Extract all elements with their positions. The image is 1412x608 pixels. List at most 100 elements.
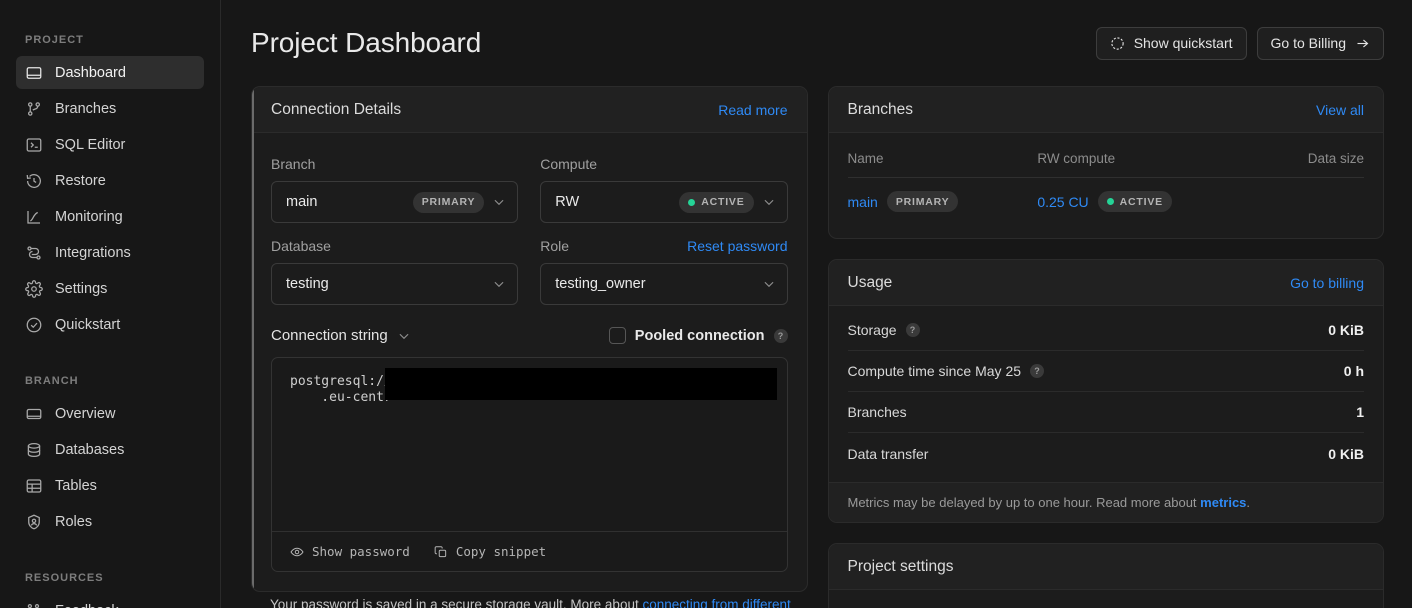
sidebar-item-label: Monitoring <box>55 208 123 225</box>
storage-help-icon[interactable]: ? <box>905 323 920 337</box>
usage-label: Branches <box>847 404 907 420</box>
connection-string-type-selector[interactable]: Connection string <box>271 327 411 344</box>
show-quickstart-button[interactable]: Show quickstart <box>1095 26 1247 60</box>
go-to-billing-button[interactable]: Go to Billing <box>1256 26 1384 60</box>
connection-details-body: Branch main PRIMARY Compute RW ACTIVE Da… <box>252 133 807 591</box>
show-password-label: Show password <box>312 544 410 559</box>
sidebar-item-roles[interactable]: Roles <box>16 505 204 538</box>
integrations-icon <box>25 244 43 262</box>
restore-icon <box>25 172 43 190</box>
vault-note-link[interactable]: connecting from different <box>642 597 790 608</box>
sidebar-item-feedback[interactable]: Feedback <box>16 594 204 608</box>
sidebar-item-integrations[interactable]: Integrations <box>16 236 204 269</box>
dashboard-icon <box>25 64 43 82</box>
compute-label: Compute <box>540 156 598 172</box>
usage-row-branches: Branches 1 <box>847 392 1364 433</box>
vault-note: Your password is saved in a secure stora… <box>270 595 808 608</box>
sidebar: PROJECT Dashboard Branches SQL Editor Re… <box>0 0 221 608</box>
sidebar-item-dashboard[interactable]: Dashboard <box>16 56 204 89</box>
sidebar-item-quickstart[interactable]: Quickstart <box>16 308 204 341</box>
usage-row-data-transfer: Data transfer 0 KiB <box>848 433 1365 474</box>
go-to-billing-link[interactable]: Go to billing <box>1290 275 1364 291</box>
sidebar-item-restore[interactable]: Restore <box>16 164 204 197</box>
compute-select[interactable]: RW ACTIVE <box>540 181 788 223</box>
branch-name-link[interactable]: main <box>848 194 878 210</box>
connection-string-text[interactable]: postgresql:// .eu-centr <box>272 358 787 531</box>
usage-label: Data transfer <box>847 445 929 462</box>
branch-label-row: Branch <box>271 155 518 173</box>
sidebar-item-branches[interactable]: Branches <box>16 92 204 125</box>
vault-note-text: Your password is saved in a secure stora… <box>270 597 643 608</box>
sidebar-item-label: Overview <box>55 405 116 422</box>
chevron-down-icon <box>492 195 506 209</box>
read-more-link[interactable]: Read more <box>718 102 787 118</box>
pooled-connection-checkbox[interactable] <box>608 327 626 344</box>
sidebar-item-monitoring[interactable]: Monitoring <box>16 200 204 233</box>
role-select[interactable]: testing_owner <box>540 263 788 305</box>
database-field: Database testing <box>271 237 519 305</box>
usage-value: 0 h <box>1343 363 1364 379</box>
sidebar-item-label: Integrations <box>55 244 131 261</box>
monitoring-icon <box>25 208 43 226</box>
branches-body: Name RW compute Data size main PRIMARY 0… <box>829 133 1384 238</box>
pooled-connection-help-icon[interactable]: ? <box>773 328 788 343</box>
connection-details-header: Connection Details Read more <box>252 87 807 133</box>
view-all-link[interactable]: View all <box>1316 102 1364 118</box>
usage-value: 1 <box>1356 404 1364 420</box>
branch-compute-link[interactable]: 0.25 CU <box>1037 194 1088 210</box>
usage-row-compute-time: Compute time since May 25 ? 0 h <box>847 351 1364 392</box>
sidebar-item-settings[interactable]: Settings <box>16 272 204 305</box>
project-settings-card: Project settings <box>827 543 1384 608</box>
usage-value: 0 KiB <box>1328 445 1364 462</box>
branches-header: Branches View all <box>828 87 1383 133</box>
reset-password-link[interactable]: Reset password <box>687 238 787 254</box>
role-field: Role Reset password testing_owner <box>540 237 788 305</box>
pooled-connection-group: Pooled connection ? <box>608 327 788 344</box>
compute-field: Compute RW ACTIVE <box>540 155 788 223</box>
branch-status-label: ACTIVE <box>1119 195 1163 208</box>
column-header-data-size: Data size <box>1267 151 1364 178</box>
settings-gear-icon <box>25 279 43 298</box>
branch-status-badge: ACTIVE <box>1097 191 1172 212</box>
branches-icon <box>25 100 43 118</box>
check-circle-dashed-icon <box>1110 36 1125 51</box>
branch-primary-badge: PRIMARY <box>412 191 485 213</box>
database-label-row: Database <box>271 237 518 255</box>
sidebar-item-databases[interactable]: Databases <box>16 433 204 466</box>
sidebar-item-label: Feedback <box>55 603 119 608</box>
copy-snippet-button[interactable]: Copy snippet <box>434 544 546 559</box>
chevron-down-icon <box>397 329 411 343</box>
sidebar-item-overview[interactable]: Overview <box>16 397 204 430</box>
table-row: main PRIMARY 0.25 CU ACTIVE <box>848 178 1365 217</box>
sidebar-item-label: SQL Editor <box>55 136 126 153</box>
sql-editor-icon <box>25 136 43 154</box>
compute-status-label: ACTIVE <box>701 196 745 208</box>
dashboard-columns: Connection Details Read more Branch main <box>251 86 1384 608</box>
compute-time-help-icon[interactable]: ? <box>1030 364 1045 378</box>
role-label-row: Role Reset password <box>540 237 787 255</box>
usage-header: Usage Go to billing <box>828 260 1383 306</box>
connection-string-line1: postgresql:// <box>290 374 392 389</box>
page-title: Project Dashboard <box>251 27 482 58</box>
branch-value: main <box>286 194 318 210</box>
sidebar-item-tables[interactable]: Tables <box>16 469 204 502</box>
project-settings-body <box>829 590 1384 608</box>
connection-string-row: Connection string Pooled connection ? <box>271 327 788 344</box>
usage-card: Usage Go to billing Storage ? 0 KiB Comp… <box>827 259 1384 523</box>
status-dot-icon <box>688 198 696 206</box>
show-password-button[interactable]: Show password <box>290 544 410 559</box>
metrics-link[interactable]: metrics <box>1200 495 1246 510</box>
sidebar-section-label-resources: RESOURCES <box>25 572 104 584</box>
connection-string-actions: Show password Copy snippet <box>272 531 787 571</box>
database-label: Database <box>271 238 331 254</box>
sidebar-item-sql-editor[interactable]: SQL Editor <box>16 128 204 161</box>
project-settings-header: Project settings <box>828 544 1383 590</box>
project-settings-title: Project settings <box>847 557 954 575</box>
compute-label-row: Compute <box>540 155 787 173</box>
database-select[interactable]: testing <box>271 263 519 305</box>
usage-value: 0 KiB <box>1328 322 1364 338</box>
branch-select[interactable]: main PRIMARY <box>271 181 519 223</box>
branches-card: Branches View all Name RW compute Data s… <box>827 86 1384 239</box>
compute-value: RW <box>555 194 580 210</box>
compute-status-badge: ACTIVE <box>679 191 754 213</box>
